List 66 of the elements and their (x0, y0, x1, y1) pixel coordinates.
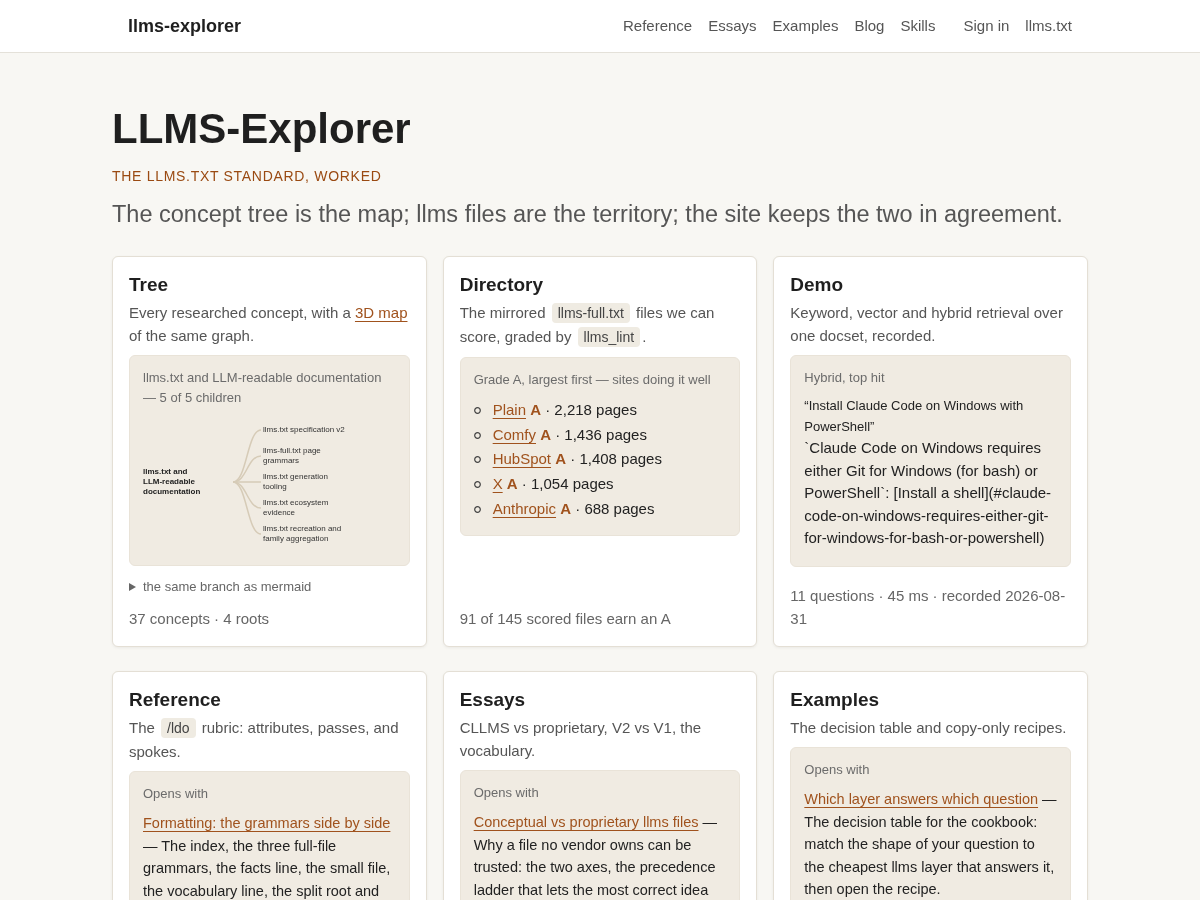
inline-code: llms_lint (577, 327, 641, 347)
panel-caption: Grade A, largest first — sites doing it well (473, 371, 712, 389)
site-entry: X A · 1,054 pages (492, 474, 614, 495)
site-entry: Anthropic A · 688 pages (492, 498, 655, 519)
site-link[interactable]: HubSpot (492, 450, 552, 468)
retrieval-answer: `Claude Code on Windows requires either Git for Windows (for bash) or PowerShell`: [Install a shell](#claude-code-on-windows-requires-either-git-for-windows-for-bash-or-powershell) (804, 438, 1053, 548)
panel-caption: llms.txt and LLM-readable documentation — 5 of 5 children (143, 369, 383, 407)
mindmap-node-label: llms.txt generation tooling (262, 472, 329, 492)
article-summary: Conceptual vs proprietary llms files — Why a file no vendor owns can be trusted: the two axes, the precedence ladder that lets the most correct idea (473, 813, 719, 900)
card-title: Tree (129, 273, 170, 297)
card-footer-note: 91 of 145 scored files earn an A (459, 609, 672, 629)
bullet-icon (473, 456, 481, 464)
mindmap-node-label: llms.txt recreation and family aggregation (262, 524, 343, 544)
nav-link[interactable]: llms.txt (1025, 14, 1072, 38)
mindmap-node-label: llms.txt ecosystem evidence (262, 498, 330, 518)
nav-link[interactable]: Sign in (963, 14, 1010, 38)
nav-link[interactable]: Blog (854, 14, 885, 38)
site-entry: Comfy A · 1,436 pages (492, 424, 647, 445)
site-logo[interactable]: llms-explorer (128, 12, 242, 40)
bullet-icon (473, 406, 481, 414)
mindmap-node-label: llms.txt specification v2 (262, 425, 346, 435)
card-footer-note: 11 questions · 45 ms · recorded 2026-08-31 (790, 586, 1067, 629)
article-link[interactable]: Which layer answers which question (804, 791, 1039, 807)
site-link[interactable]: Anthropic (492, 499, 557, 517)
panel-caption: Hybrid, top hit (804, 369, 886, 387)
site-link[interactable]: Comfy (492, 425, 536, 443)
article-link[interactable]: Conceptual vs proprietary llms files (473, 814, 699, 830)
nav-link[interactable]: Reference (622, 14, 693, 38)
inline-code: llms-full.txt (551, 303, 630, 323)
card-description: The mirrored llms-full.txt files we can score, graded by llms_lint . (459, 302, 716, 349)
card-title: Demo (790, 273, 845, 297)
panel-caption: Opens with (804, 761, 871, 779)
retrieval-query: “Install Claude Code on Windows with PowerShell” (804, 397, 1025, 436)
card-description: Keyword, vector and hybrid retrieval over one docset, recorded. (790, 303, 1064, 346)
nav-link[interactable]: Skills (900, 14, 936, 38)
bullet-icon (473, 431, 481, 439)
card-description: Every researched concept, with a 3D map of the same graph. (129, 303, 409, 346)
card-description: The /ldo rubric: attributes, passes, and spokes. (129, 717, 400, 762)
mindmap-root-label: llms.txt and LLM-readable documentation (143, 467, 202, 497)
inline-code: /ldo (161, 718, 196, 738)
site-entry: Plain A · 2,218 pages (492, 400, 637, 421)
card-description: CLLMS vs proprietary, V2 vs V1, the vocabulary. (459, 718, 703, 761)
nav-link[interactable]: Essays (708, 14, 757, 38)
card-title: Directory (459, 273, 545, 297)
bullet-icon (473, 480, 481, 488)
tagline: The concept tree is the map; llms files are the territory; the site keeps the two in agreement. (112, 200, 1064, 229)
nav-link[interactable]: Examples (772, 14, 839, 38)
article-summary: Which layer answers which question — The decision table for the cookbook: match the shape of your question to the cheapest llms layer that answers it, then open the recipe. (804, 790, 1057, 899)
card-title: Reference (129, 688, 222, 712)
eyebrow-label: THE LLMS.TXT STANDARD, WORKED (112, 167, 383, 186)
site-link[interactable]: X (492, 475, 503, 493)
card-title: Examples (790, 688, 881, 712)
card-footer-note: 37 concepts · 4 roots (129, 609, 271, 629)
bullet-icon (473, 505, 481, 513)
card-description: The decision table and copy-only recipes. (790, 718, 1068, 738)
mindmap-node-label: llms-full.txt page grammars (262, 446, 322, 466)
article-link[interactable]: Formatting: the grammars side by side (143, 815, 391, 831)
panel-caption: Opens with (143, 785, 210, 803)
text-link[interactable]: 3D map (354, 304, 408, 321)
card-title: Essays (459, 688, 527, 712)
site-link[interactable]: Plain (492, 401, 526, 419)
disclosure-summary[interactable]: the same branch as mermaid (129, 577, 312, 597)
article-summary: Formatting: the grammars side by side — The index, the three full-file grammars, the facts line, the small file, the vocabulary line, the split root and (143, 814, 392, 900)
panel-caption: Opens with (473, 784, 540, 802)
site-entry: HubSpot A · 1,408 pages (492, 449, 662, 470)
page-title: LLMS-Explorer (112, 104, 412, 154)
